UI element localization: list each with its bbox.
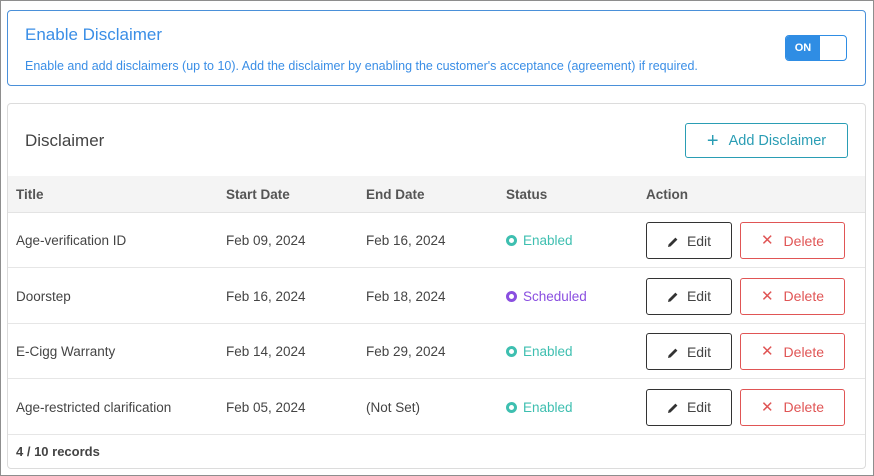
- status-dot-icon: [506, 346, 517, 357]
- delete-label: Delete: [783, 288, 825, 304]
- pencil-icon: [667, 401, 679, 413]
- delete-button[interactable]: ✕ Delete: [740, 333, 845, 370]
- edit-label: Edit: [686, 399, 712, 415]
- status-text: Scheduled: [523, 288, 587, 304]
- delete-button[interactable]: ✕ Delete: [740, 388, 845, 426]
- edit-label: Edit: [686, 343, 712, 360]
- row-end-date: Feb 29, 2024: [366, 344, 446, 359]
- table-row: Doorstep Feb 16, 2024 Feb 18, 2024 Schedule…: [8, 269, 865, 324]
- row-start-date: Feb 09, 2024: [226, 233, 306, 248]
- window-frame: Enable Disclaimer Enable and add disclai…: [0, 0, 874, 476]
- delete-label: Delete: [783, 232, 825, 249]
- disclaimer-card: Disclaimer + Add Disclaimer Title Start …: [7, 103, 866, 469]
- delete-label: Delete: [783, 343, 825, 360]
- status-text: Enabled: [523, 399, 573, 415]
- enable-disclaimer-toggle[interactable]: ON: [785, 35, 847, 61]
- status-text: Enabled: [523, 344, 573, 359]
- edit-button[interactable]: Edit: [646, 277, 732, 315]
- table-row: Age-restricted clarification Feb 05, 2024…: [8, 380, 865, 435]
- row-end-date: Feb 18, 2024: [366, 288, 446, 304]
- row-status: Enabled: [506, 400, 573, 415]
- toggle-on-label: ON: [786, 36, 820, 60]
- status-dot-icon: [506, 290, 517, 302]
- edit-label: Edit: [686, 232, 712, 249]
- close-icon: ✕: [760, 232, 774, 249]
- plus-icon: +: [706, 129, 719, 152]
- status-dot-icon: [506, 401, 517, 413]
- column-header-action: Action: [646, 187, 688, 202]
- add-disclaimer-button[interactable]: + Add Disclaimer: [685, 123, 848, 158]
- records-count: 4 / 10 records: [16, 444, 100, 459]
- column-header-end-date: End Date: [366, 187, 425, 202]
- row-title: E-Cigg Warranty: [16, 344, 116, 359]
- table-header: Title Start Date End Date Status Action: [8, 176, 865, 213]
- edit-label: Edit: [686, 288, 712, 304]
- row-status: Enabled: [506, 233, 573, 248]
- row-status: Scheduled: [506, 289, 587, 304]
- enable-disclaimer-description: Enable and add disclaimers (up to 10). A…: [25, 59, 698, 73]
- row-start-date: Feb 14, 2024: [226, 344, 306, 359]
- status-text: Enabled: [523, 233, 573, 248]
- row-start-date: Feb 16, 2024: [226, 288, 306, 304]
- add-disclaimer-label: Add Disclaimer: [728, 132, 827, 149]
- row-end-date: (Not Set): [366, 399, 421, 415]
- table-row: Age-verification ID Feb 09, 2024 Feb 16, 2…: [8, 213, 865, 268]
- status-dot-icon: [506, 235, 517, 246]
- edit-button[interactable]: Edit: [646, 388, 732, 426]
- close-icon: ✕: [760, 343, 774, 360]
- pencil-icon: [667, 235, 679, 247]
- delete-button[interactable]: ✕ Delete: [740, 222, 845, 259]
- close-icon: ✕: [760, 287, 774, 305]
- row-start-date: Feb 05, 2024: [226, 399, 306, 415]
- column-header-start-date: Start Date: [226, 187, 290, 202]
- row-title: Age-restricted clarification: [16, 399, 172, 415]
- enable-disclaimer-title: Enable Disclaimer: [25, 25, 162, 44]
- close-icon: ✕: [760, 398, 774, 416]
- pencil-icon: [667, 290, 679, 302]
- row-status: Enabled: [506, 344, 573, 359]
- delete-label: Delete: [783, 399, 825, 415]
- enable-disclaimer-panel: Enable Disclaimer Enable and add disclai…: [7, 10, 866, 86]
- column-header-status: Status: [506, 187, 548, 202]
- row-title: Doorstep: [16, 288, 71, 304]
- delete-button[interactable]: ✕ Delete: [740, 277, 845, 315]
- edit-button[interactable]: Edit: [646, 333, 732, 370]
- disclaimer-title: Disclaimer: [25, 131, 105, 150]
- column-header-title: Title: [16, 187, 44, 202]
- pencil-icon: [667, 346, 679, 358]
- edit-button[interactable]: Edit: [646, 222, 732, 259]
- row-title: Age-verification ID: [16, 233, 127, 248]
- table-row: E-Cigg Warranty Feb 14, 2024 Feb 29, 2024 E…: [8, 324, 865, 379]
- row-end-date: Feb 16, 2024: [366, 233, 446, 248]
